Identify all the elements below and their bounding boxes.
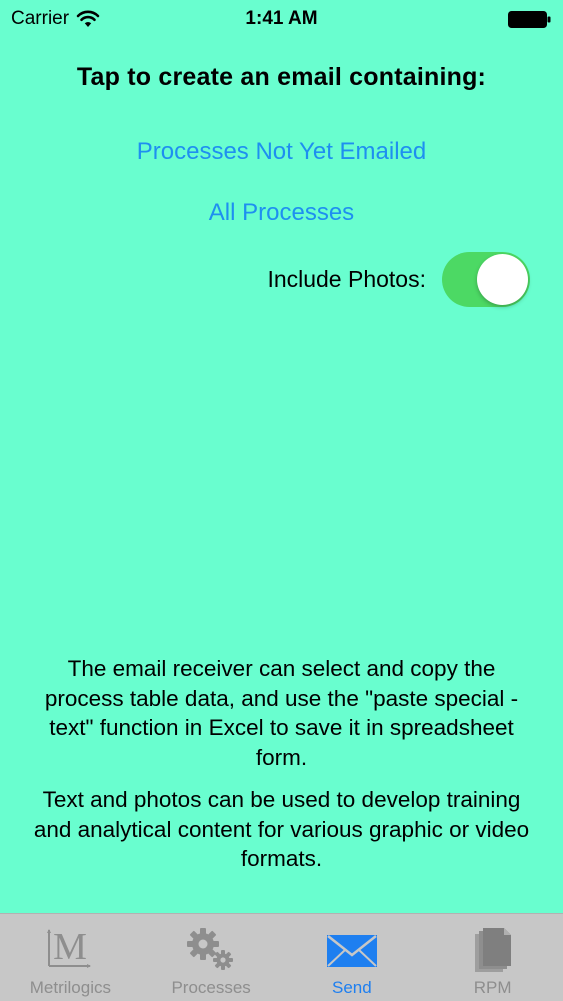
tab-label: RPM [473, 978, 512, 997]
battery-icon [508, 11, 551, 28]
info-text-excel: The email receiver can select and copy t… [44, 656, 519, 770]
tab-label: Metrilogics [29, 978, 111, 997]
status-bar: Carrier 1:41 AM [0, 0, 563, 40]
tab-label: Processes [171, 978, 251, 997]
include-photos-row: Include Photos: [267, 252, 530, 307]
tab-send[interactable]: Send [282, 914, 423, 1001]
toggle-knob [477, 254, 528, 305]
gears-icon [187, 928, 234, 970]
tab-bar: M Metrilogics Processes Send RPM [0, 913, 563, 1001]
tab-rpm[interactable]: RPM [422, 914, 563, 1001]
include-photos-toggle[interactable] [442, 252, 530, 307]
tab-label: Send [332, 978, 372, 997]
processes-not-emailed-button[interactable]: Processes Not Yet Emailed [0, 138, 563, 166]
svg-text:M: M [53, 926, 87, 968]
tab-metrilogics[interactable]: M Metrilogics [0, 914, 141, 1001]
all-processes-button[interactable]: All Processes [0, 199, 563, 227]
page-heading: Tap to create an email containing: [76, 63, 487, 91]
metrilogics-icon: M [47, 926, 92, 968]
status-time: 1:41 AM [245, 8, 318, 29]
document-stack-icon [474, 928, 511, 972]
info-text-photos: Text and photos can be used to develop t… [33, 787, 530, 871]
tab-processes[interactable]: Processes [141, 914, 282, 1001]
include-photos-label: Include Photos: [267, 266, 426, 292]
envelope-icon [326, 935, 377, 967]
